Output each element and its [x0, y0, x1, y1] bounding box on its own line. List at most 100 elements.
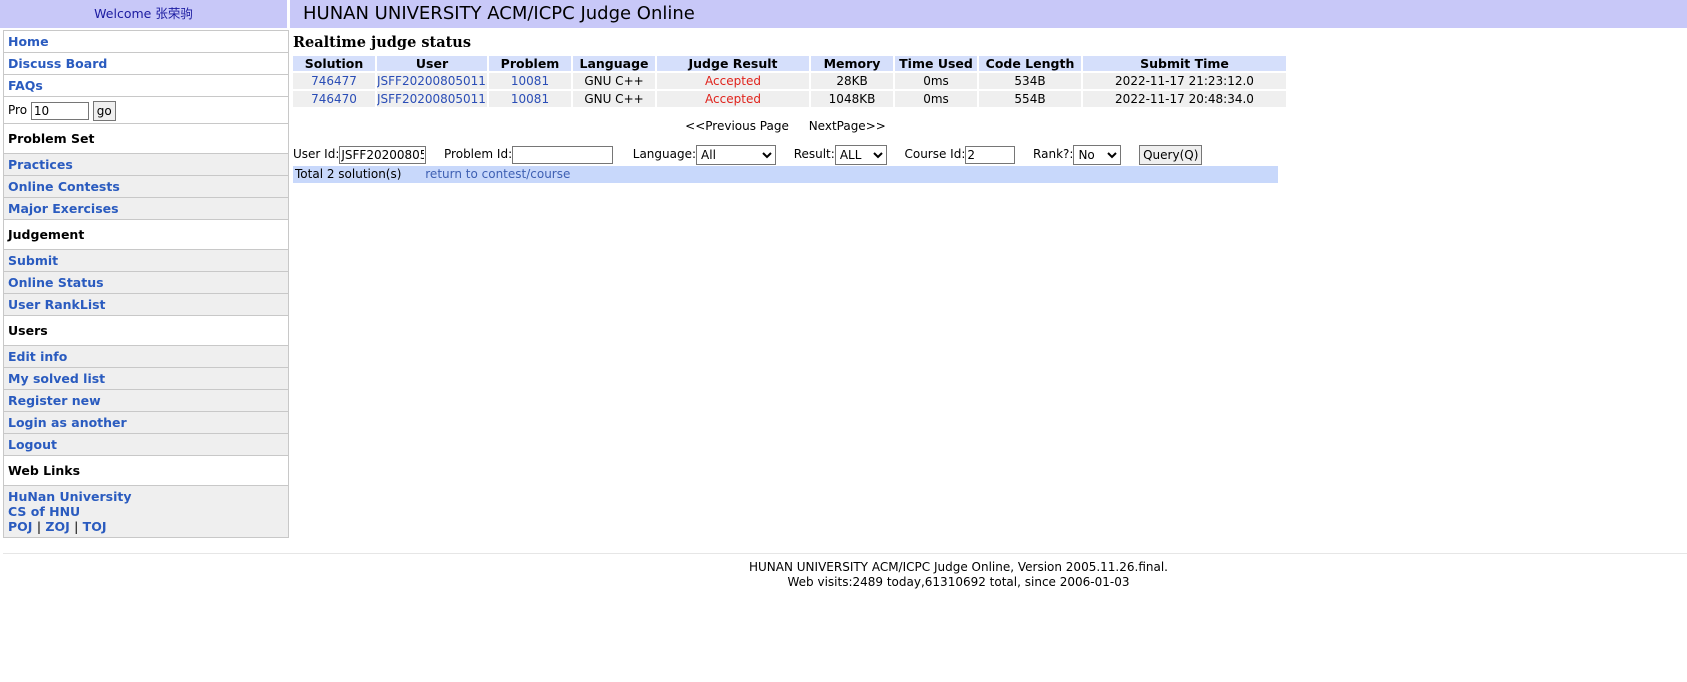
problem-cell: 10081 — [489, 73, 571, 89]
user-ranklist-link[interactable]: User RankList — [8, 297, 106, 312]
column-header-code-length: Code Length — [979, 56, 1081, 71]
poj-link[interactable]: POJ — [8, 519, 32, 534]
zoj-link[interactable]: ZOJ — [45, 519, 69, 534]
column-header-submit-time: Submit Time — [1083, 56, 1286, 71]
footer-visits: Web visits:2489 today,61310692 total, si… — [787, 575, 1130, 589]
language-cell: GNU C++ — [573, 91, 655, 107]
sidebar-item-logout[interactable]: Logout — [4, 434, 288, 456]
user-cell: JSFF202008050113 — [377, 73, 487, 89]
sidebar-item-user-ranklist[interactable]: User RankList — [4, 294, 288, 316]
footer-version: HUNAN UNIVERSITY ACM/ICPC Judge Online, … — [748, 560, 1168, 574]
solution-link[interactable]: 746477 — [311, 74, 357, 88]
problem-link[interactable]: 10081 — [511, 74, 549, 88]
sidebar-item-register-new[interactable]: Register new — [4, 390, 288, 412]
rank-label: Rank?: — [1033, 147, 1074, 161]
time-used-cell: 0ms — [895, 91, 977, 107]
welcome-user: 张荣驹 — [155, 6, 193, 21]
section-heading-web-links: Web Links — [4, 456, 288, 486]
total-solutions-text: Total 2 solution(s) — [295, 167, 402, 181]
sidebar-item-edit-info[interactable]: Edit info — [4, 346, 288, 368]
welcome-banner: Welcome 张荣驹 — [0, 0, 287, 28]
online-status-link[interactable]: Online Status — [8, 275, 104, 290]
result-label: Result: — [793, 147, 835, 161]
online-contests-link[interactable]: Online Contests — [8, 179, 120, 194]
previous-page-link[interactable]: <<Previous Page — [685, 119, 789, 133]
faqs-link[interactable]: FAQs — [8, 78, 43, 93]
submit-link[interactable]: Submit — [8, 253, 58, 268]
sidebar-item-faqs[interactable]: FAQs — [4, 75, 288, 97]
pro-input[interactable] — [30, 101, 89, 120]
pro-label: Pro — [8, 103, 28, 117]
home-link[interactable]: Home — [8, 34, 49, 49]
logout-link[interactable]: Logout — [8, 437, 57, 452]
column-header-language: Language — [573, 56, 655, 71]
problem-link[interactable]: 10081 — [511, 92, 549, 106]
total-bar: Total 2 solution(s) return to contest/co… — [293, 166, 1278, 183]
time-used-cell: 0ms — [895, 73, 977, 89]
query-button[interactable]: Query(Q) — [1139, 144, 1203, 165]
site-title: HUNAN UNIVERSITY ACM/ICPC Judge Online — [303, 3, 695, 24]
sidebar-item-online-contests[interactable]: Online Contests — [4, 176, 288, 198]
solution-cell: 746477 — [293, 73, 375, 89]
toj-link[interactable]: TOJ — [83, 519, 107, 534]
section-heading-users: Users — [4, 316, 288, 346]
user-link[interactable]: JSFF202008050113 — [377, 92, 487, 106]
login-as-another-link[interactable]: Login as another — [8, 415, 127, 430]
course-id-label: Course Id: — [904, 147, 966, 161]
sidebar-item-submit[interactable]: Submit — [4, 250, 288, 272]
main-content: Realtime judge status Solution User Prob… — [293, 32, 1286, 183]
result-select[interactable]: ALL — [834, 144, 887, 165]
column-header-user: User — [377, 56, 487, 71]
column-header-problem: Problem — [489, 56, 571, 71]
sidebar-item-discuss-board[interactable]: Discuss Board — [4, 53, 288, 75]
page-title: Realtime judge status — [293, 34, 472, 51]
go-button[interactable]: go — [92, 100, 116, 121]
return-to-contest-link[interactable]: return to contest/course — [425, 167, 570, 181]
sidebar-item-online-status[interactable]: Online Status — [4, 272, 288, 294]
welcome-label: Welcome — [94, 6, 152, 21]
footer: HUNAN UNIVERSITY ACM/ICPC Judge Online, … — [0, 560, 1687, 590]
sidebar-item-home[interactable]: Home — [4, 31, 288, 53]
submit-time-cell: 2022-11-17 20:48:34.0 — [1083, 91, 1286, 107]
edit-info-link[interactable]: Edit info — [8, 349, 67, 364]
practices-link[interactable]: Practices — [8, 157, 73, 172]
hunan-university-link[interactable]: HuNan University — [8, 489, 131, 504]
user-link[interactable]: JSFF202008050113 — [377, 74, 487, 88]
table-row: 746477 JSFF202008050113 10081 GNU C++ Ac… — [293, 73, 1286, 89]
language-select[interactable]: All — [696, 144, 777, 165]
problem-id-input[interactable] — [512, 145, 614, 164]
sidebar-item-login-as-another[interactable]: Login as another — [4, 412, 288, 434]
user-cell: JSFF202008050113 — [377, 91, 487, 107]
next-page-link[interactable]: NextPage>> — [809, 119, 886, 133]
sidebar-item-practices[interactable]: Practices — [4, 154, 288, 176]
solution-link[interactable]: 746470 — [311, 92, 357, 106]
column-header-time-used: Time Used — [895, 56, 977, 71]
language-label: Language: — [632, 147, 697, 161]
register-new-link[interactable]: Register new — [8, 393, 101, 408]
sidebar-item-my-solved-list[interactable]: My solved list — [4, 368, 288, 390]
footer-divider — [3, 553, 1687, 554]
user-id-input[interactable] — [339, 145, 427, 164]
pager: <<Previous Page NextPage>> — [293, 118, 1278, 134]
web-links: HuNan University CS of HNU POJ | ZOJ | T… — [4, 486, 288, 538]
table-header-row: Solution User Problem Language Judge Res… — [293, 56, 1286, 71]
user-id-label: User Id: — [293, 147, 340, 161]
column-header-solution: Solution — [293, 56, 375, 71]
course-id-input[interactable] — [965, 145, 1016, 164]
memory-cell: 28KB — [811, 73, 893, 89]
query-form: User Id: Problem Id: Language:All Result… — [293, 143, 1278, 165]
major-exercises-link[interactable]: Major Exercises — [8, 201, 119, 216]
memory-cell: 1048KB — [811, 91, 893, 107]
discuss-board-link[interactable]: Discuss Board — [8, 56, 107, 71]
rank-select[interactable]: No — [1073, 144, 1122, 165]
sidebar-item-major-exercises[interactable]: Major Exercises — [4, 198, 288, 220]
section-heading-problem-set: Problem Set — [4, 124, 288, 154]
column-header-judge-result: Judge Result — [657, 56, 809, 71]
cs-of-hnu-link[interactable]: CS of HNU — [8, 504, 80, 519]
status-table: Solution User Problem Language Judge Res… — [291, 54, 1288, 109]
my-solved-list-link[interactable]: My solved list — [8, 371, 105, 386]
table-row: 746470 JSFF202008050113 10081 GNU C++ Ac… — [293, 91, 1286, 107]
solution-cell: 746470 — [293, 91, 375, 107]
judge-result-cell: Accepted — [657, 73, 809, 89]
link-separator: | — [36, 519, 42, 534]
